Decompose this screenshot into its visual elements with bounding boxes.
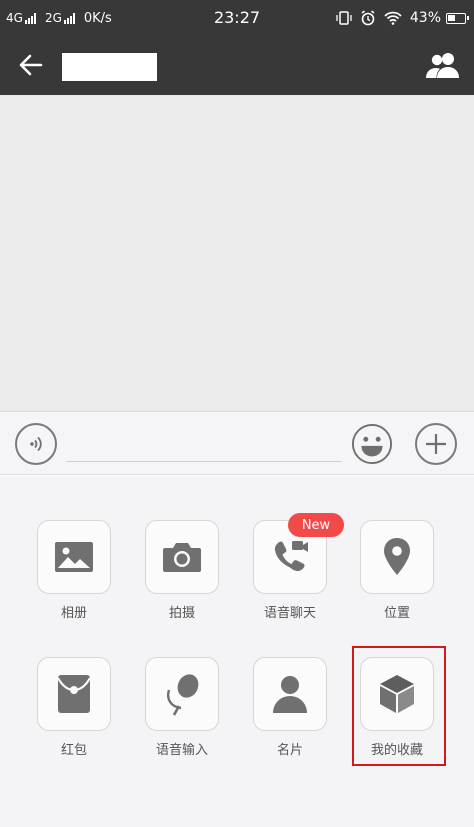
arrow-left-icon <box>19 54 43 76</box>
vibrate-icon <box>336 11 352 25</box>
red-packet-button[interactable] <box>37 657 111 731</box>
red-packet-icon <box>57 675 91 713</box>
red-packet-tile[interactable]: 红包 <box>36 657 112 758</box>
back-button[interactable] <box>14 48 48 82</box>
status-bar: 4G 2G 0K/s 23:27 43% <box>0 0 474 36</box>
voice-call-label: 语音聊天 <box>263 606 316 621</box>
voice-mode-button[interactable] <box>15 423 57 465</box>
chat-info-button[interactable] <box>422 48 464 82</box>
camera-label: 拍摄 <box>168 606 195 621</box>
status-right: 43% <box>328 8 469 28</box>
album-button[interactable] <box>37 520 111 594</box>
new-badge: New <box>288 513 344 537</box>
title-bar <box>0 36 474 95</box>
battery-percent: 43% <box>409 10 441 26</box>
contact-card-icon <box>273 676 307 713</box>
voice-input-tile[interactable]: 语音输入 <box>144 657 220 758</box>
favorites-label: 我的收藏 <box>370 743 423 758</box>
location-icon <box>384 538 410 575</box>
camera-button[interactable] <box>145 520 219 594</box>
location-tile[interactable]: 位置 <box>359 520 435 621</box>
contact-card-tile[interactable]: 名片 <box>252 657 328 758</box>
red-packet-label: 红包 <box>60 743 87 758</box>
plus-icon <box>426 434 446 454</box>
contact-card-button[interactable] <box>253 657 327 731</box>
message-list[interactable] <box>0 95 474 411</box>
favorites-button[interactable] <box>360 657 434 731</box>
voice-input-button[interactable] <box>145 657 219 731</box>
favorites-tile[interactable]: 我的收藏 <box>359 657 435 758</box>
people-icon <box>426 53 459 78</box>
favorites-cube-icon <box>380 675 414 713</box>
voice-call-icon <box>274 541 308 571</box>
emoji-icon <box>351 423 393 465</box>
camera-icon <box>163 543 201 572</box>
emoji-button[interactable] <box>351 423 393 465</box>
wifi-icon <box>384 11 402 25</box>
message-input[interactable] <box>66 426 342 462</box>
album-label: 相册 <box>60 606 87 621</box>
voice-icon <box>30 436 42 452</box>
photo-icon <box>55 542 93 572</box>
battery-icon <box>446 12 469 24</box>
contact-card-label: 名片 <box>276 743 303 758</box>
more-button[interactable] <box>415 423 457 465</box>
location-label: 位置 <box>383 606 410 621</box>
album-tile[interactable]: 相册 <box>36 520 112 621</box>
microphone-icon <box>167 674 199 716</box>
alarm-icon <box>360 10 376 26</box>
input-bar <box>0 411 474 475</box>
chat-title <box>62 53 157 81</box>
location-button[interactable] <box>360 520 434 594</box>
camera-tile[interactable]: 拍摄 <box>144 520 220 621</box>
voice-input-label: 语音输入 <box>155 743 208 758</box>
